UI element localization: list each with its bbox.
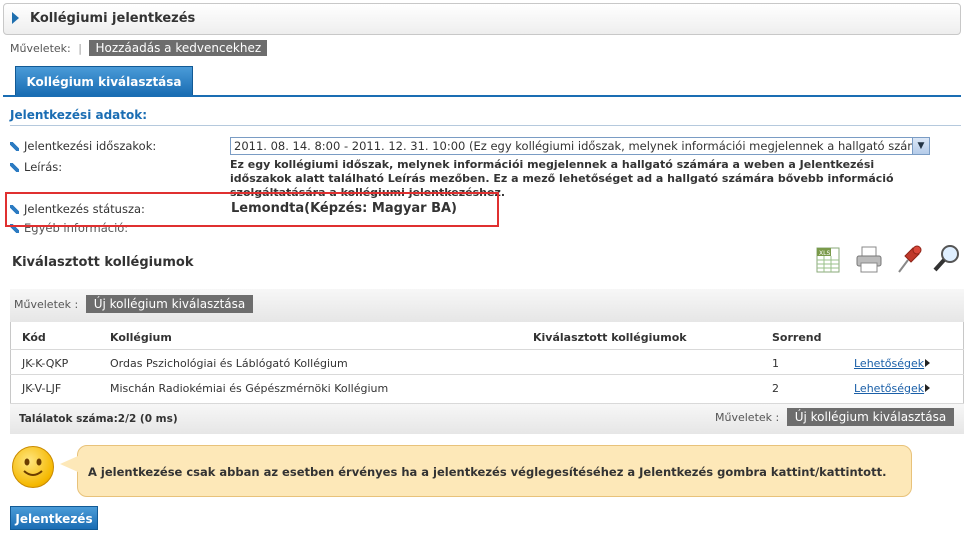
- row2-options-link[interactable]: Lehetőségek: [854, 382, 931, 395]
- footer-actions-label: Műveletek :: [715, 411, 780, 424]
- print-icon[interactable]: [855, 244, 882, 274]
- row-divider: [10, 349, 964, 350]
- row1-options-link[interactable]: Lehetőségek: [854, 357, 931, 370]
- results-count: Találatok száma:2/2 (0 ms): [19, 413, 178, 425]
- row1-code: JK-K-QKP: [22, 357, 69, 370]
- tab-dorm-selection[interactable]: Kollégium kiválasztása: [15, 66, 193, 96]
- section-title: Jelentkezési adatok:: [10, 108, 148, 122]
- chevron-right-icon: [12, 12, 19, 24]
- actions-bar: Műveletek: | Hozzáadás a kedvencekhez: [10, 40, 268, 56]
- actions-separator: |: [78, 42, 82, 55]
- bullet-icon: [10, 142, 19, 151]
- grid-actions-label: Műveletek :: [14, 298, 79, 311]
- row2-dorm: Mischán Radiokémiai és Gépészmérnöki Kol…: [110, 382, 389, 395]
- row1-options-label[interactable]: Lehetőségek: [854, 357, 924, 370]
- selected-dorms-title: Kiválasztott kollégiumok: [12, 255, 194, 270]
- grid-actions: Műveletek : Új kollégium kiválasztása: [14, 295, 254, 313]
- col-order[interactable]: Sorrend: [772, 331, 822, 344]
- chevron-down-icon[interactable]: ▼: [912, 138, 929, 154]
- smiley-icon: [12, 446, 54, 488]
- search-icon[interactable]: [932, 242, 959, 272]
- row2-options-label[interactable]: Lehetőségek: [854, 382, 924, 395]
- notice-text: A jelentkezése csak abban az esetben érv…: [88, 465, 887, 479]
- row1-dorm: Ordas Pszichológiai és Láblógató Kollégi…: [110, 357, 348, 370]
- footer-new-dorm-selection-button[interactable]: Új kollégium kiválasztása: [786, 408, 955, 426]
- col-code[interactable]: Kód: [22, 331, 46, 344]
- footer-actions: Műveletek : Új kollégium kiválasztása: [715, 408, 955, 426]
- caret-right-icon: [925, 384, 931, 392]
- col-dorm[interactable]: Kollégium: [110, 331, 172, 344]
- row2-order: 2: [772, 382, 779, 395]
- notice-bubble-tail: [60, 456, 78, 472]
- new-dorm-selection-button[interactable]: Új kollégium kiválasztása: [85, 295, 254, 313]
- period-label-row: Jelentkezési időszakok:: [10, 139, 156, 153]
- section-divider: [10, 125, 961, 126]
- description-label: Leírás:: [24, 160, 63, 174]
- page-title: Kollégiumi jelentkezés: [30, 11, 196, 26]
- actions-label: Műveletek:: [10, 42, 71, 55]
- col-selected[interactable]: Kiválasztott kollégiumok: [533, 331, 687, 344]
- status-highlight-box: [5, 192, 499, 227]
- row1-order: 1: [772, 357, 779, 370]
- add-favorite-button[interactable]: Hozzáadás a kedvencekhez: [89, 40, 268, 56]
- period-select[interactable]: 2011. 08. 14. 8:00 - 2011. 12. 31. 10:00…: [230, 137, 930, 155]
- pin-icon[interactable]: [895, 242, 922, 273]
- submit-application-button[interactable]: Jelentkezés: [10, 506, 98, 530]
- period-label: Jelentkezési időszakok:: [24, 139, 157, 153]
- tab-underline: [3, 95, 961, 97]
- bullet-icon: [10, 163, 19, 172]
- description-label-row: Leírás:: [10, 160, 62, 174]
- xls-export-icon[interactable]: XLS: [815, 244, 841, 274]
- row2-code: JK-V-LJF: [22, 382, 62, 395]
- row-divider: [10, 374, 964, 375]
- caret-right-icon: [925, 359, 931, 367]
- period-select-value: 2011. 08. 14. 8:00 - 2011. 12. 31. 10:00…: [234, 139, 930, 153]
- svg-text:XLS: XLS: [819, 250, 830, 257]
